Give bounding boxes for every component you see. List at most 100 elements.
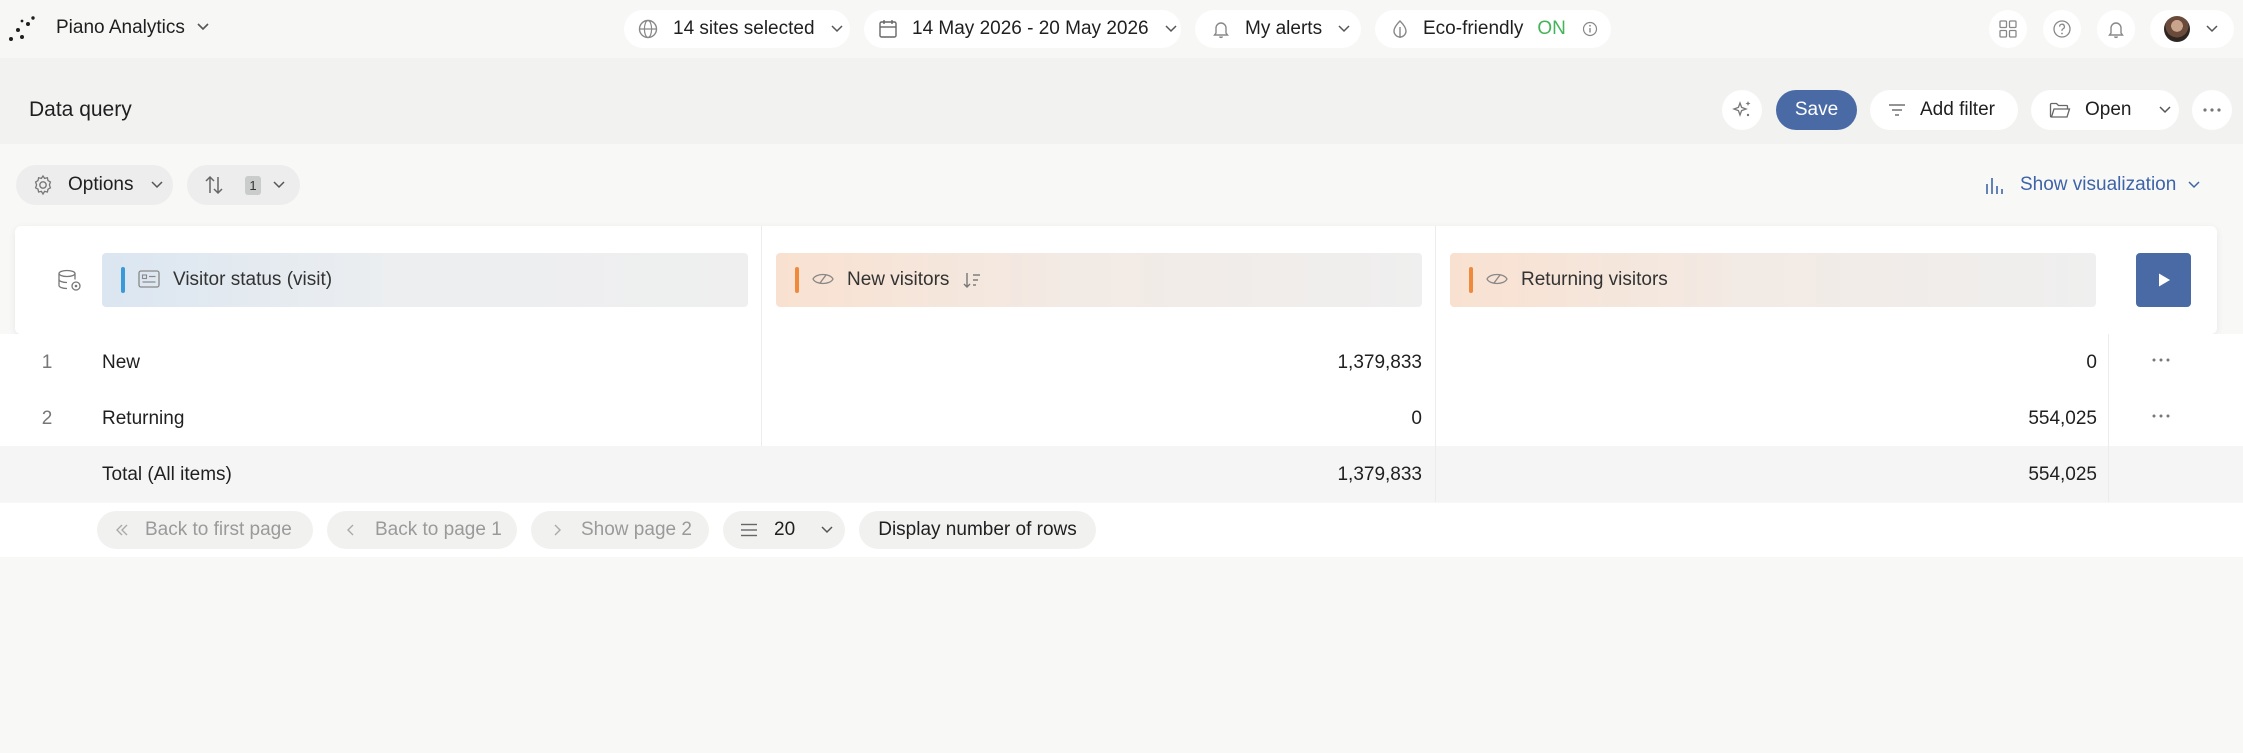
date-range-picker[interactable]: 14 May 2026 - 20 May 2026 bbox=[864, 10, 1181, 48]
column-divider bbox=[1435, 226, 1436, 334]
total-label: Total (All items) bbox=[102, 464, 232, 485]
ai-assistant-button[interactable] bbox=[1722, 90, 1762, 130]
next-page-button[interactable]: Show page 2 bbox=[531, 511, 709, 549]
site-selector[interactable]: 14 sites selected bbox=[624, 10, 850, 48]
show-visualization-label: Show visualization bbox=[2020, 174, 2177, 195]
metric-chip-new-visitors[interactable]: New visitors bbox=[776, 253, 1422, 307]
next-page-label: Show page 2 bbox=[581, 519, 692, 540]
date-range-label: 14 May 2026 - 20 May 2026 bbox=[912, 18, 1149, 39]
options-dropdown[interactable]: Options bbox=[16, 165, 173, 205]
row-index: 2 bbox=[41, 408, 53, 429]
first-page-label: Back to first page bbox=[145, 519, 292, 540]
chevron-down-icon bbox=[151, 181, 164, 189]
filter-icon bbox=[1889, 104, 1905, 116]
row-more-icon[interactable] bbox=[2151, 404, 2171, 428]
metric-color-bar bbox=[795, 267, 799, 293]
metric-icon bbox=[1486, 273, 1508, 285]
site-selector-label: 14 sites selected bbox=[673, 18, 815, 39]
column-divider bbox=[761, 334, 762, 446]
total-returning-visitors: 554,025 bbox=[2028, 464, 2097, 485]
piano-logo-icon[interactable] bbox=[8, 15, 36, 43]
list-icon bbox=[741, 523, 757, 537]
chevron-left-icon bbox=[347, 524, 354, 536]
add-filter-label: Add filter bbox=[1920, 99, 1995, 120]
dimension-icon bbox=[138, 270, 160, 288]
sort-desc-icon[interactable] bbox=[962, 270, 982, 290]
sort-count-badge: 1 bbox=[245, 175, 261, 195]
leaf-icon bbox=[1393, 20, 1407, 38]
dimension-color-bar bbox=[121, 267, 125, 293]
column-divider bbox=[761, 226, 762, 334]
bell-icon bbox=[1213, 22, 1229, 39]
metric-chip-returning-visitors[interactable]: Returning visitors bbox=[1450, 253, 2096, 307]
eco-friendly-label: Eco-friendly bbox=[1423, 18, 1524, 39]
dimension-chip[interactable]: Visitor status (visit) bbox=[102, 253, 748, 307]
notifications-button[interactable] bbox=[2097, 10, 2135, 48]
table-row[interactable]: 2 Returning 0 554,025 bbox=[0, 390, 2243, 446]
metric-icon bbox=[812, 273, 834, 285]
more-actions-button[interactable] bbox=[2192, 90, 2232, 130]
chevron-down-icon bbox=[2188, 181, 2200, 189]
help-button[interactable] bbox=[2043, 10, 2081, 48]
rows-per-page-select[interactable]: 20 bbox=[723, 511, 845, 549]
table-row[interactable]: 1 New 1,379,833 0 bbox=[0, 334, 2243, 390]
column-divider bbox=[2108, 334, 2109, 502]
calendar-icon bbox=[879, 20, 897, 38]
show-visualization-button[interactable]: Show visualization bbox=[1984, 168, 2200, 202]
dimension-label: Visitor status (visit) bbox=[173, 269, 333, 290]
chevron-down-icon[interactable] bbox=[196, 22, 210, 32]
apps-button[interactable] bbox=[1989, 10, 2027, 48]
chevron-down-icon bbox=[1165, 25, 1177, 33]
sort-dropdown[interactable]: 1 bbox=[187, 165, 300, 205]
metric-color-bar bbox=[1469, 267, 1473, 293]
row-label: Returning bbox=[102, 408, 185, 429]
play-icon bbox=[2158, 273, 2170, 287]
chevron-down-icon bbox=[1338, 25, 1350, 33]
alerts-dropdown[interactable]: My alerts bbox=[1195, 10, 1361, 48]
open-label: Open bbox=[2085, 99, 2132, 120]
top-bar: Piano Analytics 14 sites selected 14 May… bbox=[0, 0, 2243, 58]
info-icon[interactable] bbox=[1582, 21, 1598, 37]
row-index: 1 bbox=[41, 352, 53, 373]
display-rows-button[interactable]: Display number of rows bbox=[859, 511, 1096, 549]
chevron-down-icon bbox=[831, 25, 843, 33]
globe-icon bbox=[638, 19, 658, 39]
cell-new-visitors: 0 bbox=[1411, 408, 1422, 429]
page-title: Data query bbox=[29, 98, 132, 121]
help-icon bbox=[2053, 20, 2071, 38]
sparkle-icon bbox=[1732, 101, 1751, 117]
add-filter-button[interactable]: Add filter bbox=[1870, 90, 2018, 130]
row-more-icon[interactable] bbox=[2151, 348, 2171, 372]
double-chevron-left-icon bbox=[116, 524, 128, 536]
total-new-visitors: 1,379,833 bbox=[1337, 464, 1422, 485]
chevron-down-icon bbox=[2159, 106, 2172, 114]
metric-label-new-visitors: New visitors bbox=[847, 269, 950, 290]
options-label: Options bbox=[68, 174, 134, 195]
sort-icon bbox=[205, 175, 223, 195]
avatar bbox=[2164, 16, 2190, 42]
row-label: New bbox=[102, 352, 141, 373]
cell-new-visitors: 1,379,833 bbox=[1337, 352, 1422, 373]
database-settings-icon[interactable] bbox=[57, 269, 83, 293]
chevron-down-icon bbox=[2206, 25, 2218, 33]
apps-grid-icon bbox=[1999, 20, 2017, 38]
eco-friendly-toggle[interactable]: Eco-friendly ON bbox=[1375, 10, 1611, 48]
pagination-bar: Back to first page Back to page 1 Show p… bbox=[0, 503, 2243, 557]
bar-chart-icon bbox=[1986, 178, 2003, 194]
cell-returning-visitors: 554,025 bbox=[2028, 408, 2097, 429]
page-header: Data query Save Add filter Open bbox=[0, 58, 2243, 144]
first-page-button[interactable]: Back to first page bbox=[97, 511, 313, 549]
query-builder-card: Visitor status (visit) New visitors Retu… bbox=[15, 226, 2217, 334]
alerts-label: My alerts bbox=[1245, 18, 1323, 39]
folder-icon bbox=[2049, 102, 2071, 118]
run-query-button[interactable] bbox=[2136, 253, 2191, 307]
previous-page-button[interactable]: Back to page 1 bbox=[327, 511, 517, 549]
open-button[interactable]: Open bbox=[2031, 90, 2179, 130]
app-title[interactable]: Piano Analytics bbox=[56, 17, 185, 39]
save-button[interactable]: Save bbox=[1776, 90, 1857, 130]
eco-friendly-status: ON bbox=[1537, 18, 1566, 39]
total-row: Total (All items) 1,379,833 554,025 bbox=[0, 446, 2243, 502]
more-icon bbox=[2203, 108, 2221, 112]
column-divider bbox=[1435, 334, 1436, 502]
user-menu[interactable] bbox=[2150, 10, 2234, 48]
